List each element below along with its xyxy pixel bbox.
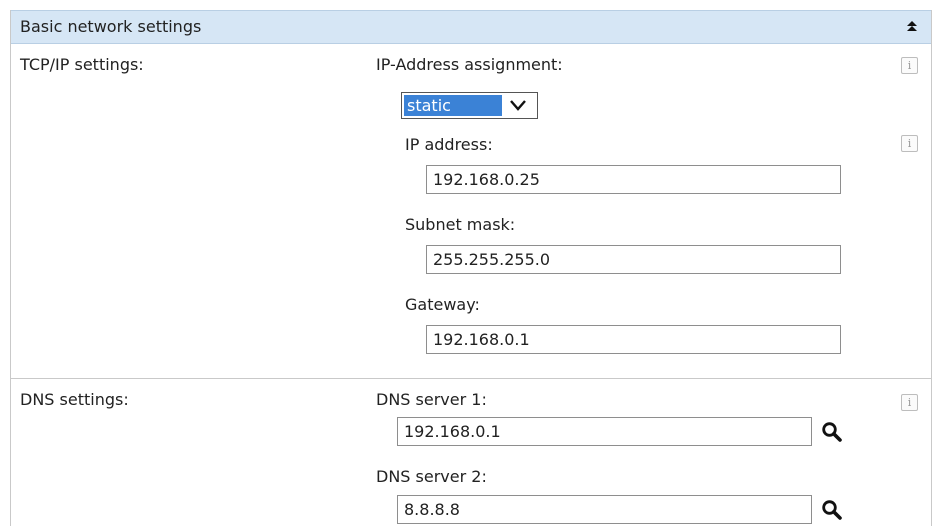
dns-section: DNS settings: DNS server 1: i DNS server… (11, 379, 931, 526)
dns-section-label: DNS settings: (20, 390, 129, 409)
tcpip-section-label: TCP/IP settings: (20, 55, 144, 74)
dns-server-1-label: DNS server 1: (376, 390, 487, 409)
chevron-down-icon (510, 100, 526, 111)
ip-assignment-select[interactable]: static (401, 92, 538, 119)
ip-assignment-label: IP-Address assignment: (376, 55, 563, 74)
gateway-label: Gateway: (405, 295, 480, 314)
collapse-up-icon[interactable] (905, 20, 919, 34)
search-icon[interactable] (821, 499, 843, 521)
subnet-mask-input[interactable] (426, 245, 841, 274)
info-icon[interactable]: i (901, 394, 918, 411)
network-settings-panel: Basic network settings TCP/IP settings: … (10, 10, 932, 526)
dns-server-2-input[interactable] (397, 495, 812, 524)
gateway-input[interactable] (426, 325, 841, 354)
search-icon[interactable] (821, 421, 843, 443)
subnet-mask-label: Subnet mask: (405, 215, 516, 234)
panel-title: Basic network settings (20, 17, 202, 36)
ip-address-input[interactable] (426, 165, 841, 194)
panel-header[interactable]: Basic network settings (11, 10, 931, 44)
ip-assignment-selected-value: static (404, 95, 502, 116)
ip-address-label: IP address: (405, 135, 493, 154)
info-icon[interactable]: i (901, 57, 918, 74)
dns-server-1-input[interactable] (397, 417, 812, 446)
tcpip-section: TCP/IP settings: IP-Address assignment: … (11, 44, 931, 379)
dns-server-2-label: DNS server 2: (376, 467, 487, 486)
info-icon[interactable]: i (901, 135, 918, 152)
